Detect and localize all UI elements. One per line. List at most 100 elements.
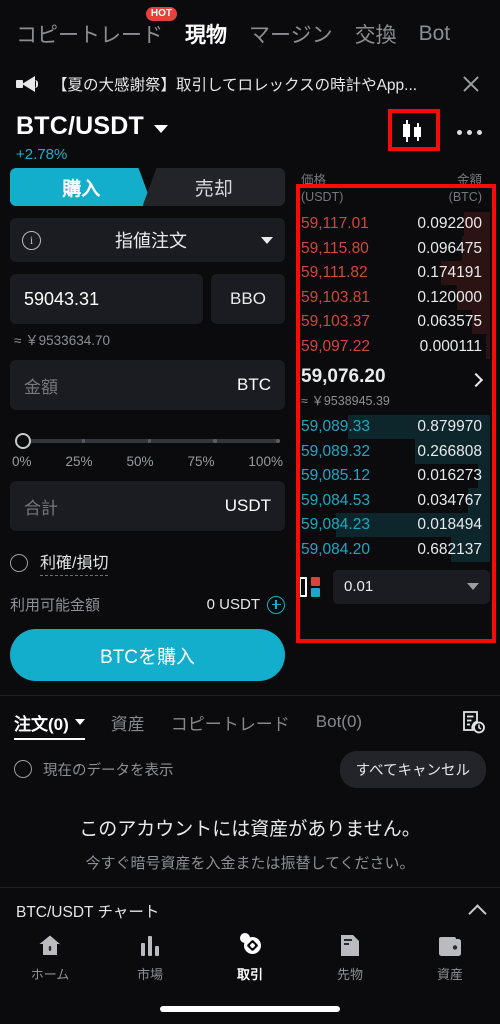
tab-assets[interactable]: 資産 bbox=[111, 696, 145, 748]
top-tab-convert[interactable]: 交換 bbox=[355, 19, 397, 49]
top-tab-spot[interactable]: 現物 bbox=[185, 19, 227, 49]
chevron-down-icon bbox=[261, 236, 273, 244]
amount-slider[interactable] bbox=[10, 433, 285, 449]
ask-amount: 0.174191 bbox=[417, 264, 482, 281]
table-row[interactable]: 59,103.37 0.063575 bbox=[293, 309, 490, 335]
orderbook-amount-header-label: 金額 bbox=[456, 173, 482, 187]
cancel-all-button[interactable]: すべてキャンセル bbox=[339, 750, 486, 788]
table-row[interactable]: 59,103.81 0.120000 bbox=[293, 285, 490, 310]
table-row[interactable]: 59,084.23 0.018494 bbox=[293, 512, 490, 538]
ask-price: 59,117.01 bbox=[301, 215, 369, 232]
bid-price: 59,084.20 bbox=[301, 540, 370, 558]
slider-tick-50 bbox=[147, 439, 151, 443]
nav-market[interactable]: 市場 bbox=[100, 931, 200, 983]
orderbook-amount-header: 金額 (BTC) bbox=[449, 172, 482, 206]
total-placeholder: 合計 bbox=[24, 498, 58, 518]
table-row[interactable]: 59,115.80 0.096475 bbox=[293, 236, 490, 261]
show-current-data-label: 現在のデータを表示 bbox=[43, 762, 174, 779]
announcement-bar[interactable]: 【夏の大感謝祭】取引してロレックスの時計やApp... bbox=[0, 62, 500, 106]
bid-amount: 0.879970 bbox=[417, 418, 482, 435]
empty-state: このアカウントには資産がありません。 今すぐ暗号資産を入金または振替してください… bbox=[0, 788, 500, 887]
orderbook-bids: 59,089.33 0.879970 59,089.32 0.266808 59… bbox=[293, 414, 490, 562]
last-price-value: 59,076.20 bbox=[301, 365, 386, 387]
tab-bot[interactable]: Bot(0) bbox=[316, 696, 362, 748]
nav-trade[interactable]: 取引 bbox=[200, 931, 300, 983]
tpsl-checkbox[interactable] bbox=[10, 553, 28, 572]
table-row[interactable]: 59,084.20 0.682137 bbox=[293, 537, 490, 562]
ask-price: 59,111.82 bbox=[301, 264, 368, 281]
more-options-icon[interactable] bbox=[451, 124, 488, 141]
bid-price: 59,085.12 bbox=[301, 467, 370, 484]
amount-input[interactable]: 金額 BTC bbox=[10, 360, 285, 410]
slider-label-25: 25% bbox=[65, 454, 93, 469]
market-bars-icon bbox=[138, 931, 162, 957]
top-tab-bot[interactable]: Bot bbox=[419, 22, 451, 46]
info-icon[interactable]: i bbox=[22, 230, 41, 250]
order-type-label: 指値注文 bbox=[115, 231, 187, 251]
amount-unit: BTC bbox=[237, 375, 271, 394]
buy-tab[interactable]: 購入 bbox=[10, 168, 153, 206]
nav-assets[interactable]: 資産 bbox=[400, 931, 500, 983]
table-row[interactable]: 59,111.82 0.174191 bbox=[293, 260, 490, 286]
submit-buy-button[interactable]: BTCを購入 bbox=[10, 629, 285, 681]
top-tab-margin[interactable]: マージン bbox=[249, 19, 333, 49]
last-price-approx: ≈ ￥9538945.39 bbox=[301, 393, 390, 408]
chevron-down-icon bbox=[74, 719, 85, 725]
bid-amount: 0.266808 bbox=[417, 442, 482, 460]
close-icon[interactable] bbox=[458, 71, 484, 97]
top-tab-copytrade[interactable]: コピートレード HOT bbox=[16, 7, 177, 49]
table-row[interactable]: 59,089.33 0.879970 bbox=[293, 414, 490, 440]
tpsl-toggle[interactable]: 利確/損切 bbox=[10, 549, 285, 576]
bid-amount: 0.682137 bbox=[417, 540, 482, 558]
sell-tab[interactable]: 売却 bbox=[142, 168, 285, 206]
slider-labels: 0% 25% 50% 75% 100% bbox=[10, 454, 285, 469]
depth-bar bbox=[486, 334, 490, 359]
ask-amount: 0.000111 bbox=[419, 337, 482, 355]
plus-circle-icon[interactable] bbox=[267, 595, 285, 614]
bid-price: 59,089.33 bbox=[301, 418, 370, 435]
order-type-select[interactable]: i 指値注文 bbox=[10, 218, 285, 262]
orderbook-price-header-unit: (USDT) bbox=[301, 189, 344, 204]
ask-price: 59,097.22 bbox=[301, 337, 370, 355]
precision-value: 0.01 bbox=[344, 578, 374, 596]
show-current-data-checkbox[interactable] bbox=[14, 760, 32, 778]
slider-handle[interactable] bbox=[15, 433, 31, 449]
orderbook-display-mode-icon[interactable] bbox=[299, 576, 323, 598]
nav-home-label: ホーム bbox=[30, 967, 70, 982]
table-row[interactable]: 59,089.32 0.266808 bbox=[293, 439, 490, 464]
table-row[interactable]: 59,084.53 0.034767 bbox=[293, 488, 490, 513]
available-balance-label: 利用可能金額 bbox=[10, 597, 101, 614]
nav-market-label: 市場 bbox=[136, 967, 163, 982]
trading-screen: コピートレード HOT 現物 マージン 交換 Bot 【夏の大感謝祭】取引してロ… bbox=[0, 0, 500, 1024]
bbo-button[interactable]: BBO bbox=[211, 274, 285, 324]
tab-orders[interactable]: 注文(0) bbox=[14, 696, 85, 748]
price-input[interactable]: 59043.31 bbox=[10, 274, 203, 324]
order-history-icon[interactable] bbox=[460, 709, 486, 735]
megaphone-icon bbox=[16, 75, 38, 93]
slider-label-100: 100% bbox=[248, 454, 283, 469]
announcement-text: 【夏の大感謝祭】取引してロレックスの時計やApp... bbox=[52, 77, 418, 94]
nav-futures-label: 先物 bbox=[336, 967, 363, 982]
nav-home[interactable]: ホーム bbox=[0, 931, 100, 983]
slider-label-50: 50% bbox=[126, 454, 154, 469]
table-row[interactable]: 59,097.22 0.000111 bbox=[293, 334, 490, 359]
price-row: 59043.31 BBO bbox=[10, 274, 285, 324]
ask-amount: 0.063575 bbox=[417, 313, 482, 330]
orderbook-price-header-label: 価格 bbox=[301, 173, 327, 187]
side-toggle: 購入 売却 bbox=[10, 168, 285, 206]
candlestick-chart-button[interactable] bbox=[389, 114, 435, 150]
candlestick-chart-icon bbox=[399, 120, 425, 144]
slider-label-0: 0% bbox=[12, 454, 32, 469]
home-icon bbox=[38, 931, 62, 957]
precision-select[interactable]: 0.01 bbox=[333, 569, 490, 604]
orderbook-header: 価格 (USDT) 金額 (BTC) bbox=[293, 168, 490, 212]
orders-filter-row: 現在のデータを表示 すべてキャンセル bbox=[0, 748, 500, 788]
orderbook-last-price[interactable]: 59,076.20 ≈ ￥9538945.39 bbox=[293, 359, 490, 415]
table-row[interactable]: 59,085.12 0.016273 bbox=[293, 463, 490, 489]
page-title: BTC/USDT bbox=[16, 112, 144, 140]
total-input[interactable]: 合計 USDT bbox=[10, 481, 285, 531]
nav-futures[interactable]: 先物 bbox=[300, 931, 400, 983]
tab-copytrade[interactable]: コピートレード bbox=[171, 696, 290, 748]
top-tab-bar: コピートレード HOT 現物 マージン 交換 Bot bbox=[0, 0, 500, 62]
table-row[interactable]: 59,117.01 0.092200 bbox=[293, 211, 490, 237]
